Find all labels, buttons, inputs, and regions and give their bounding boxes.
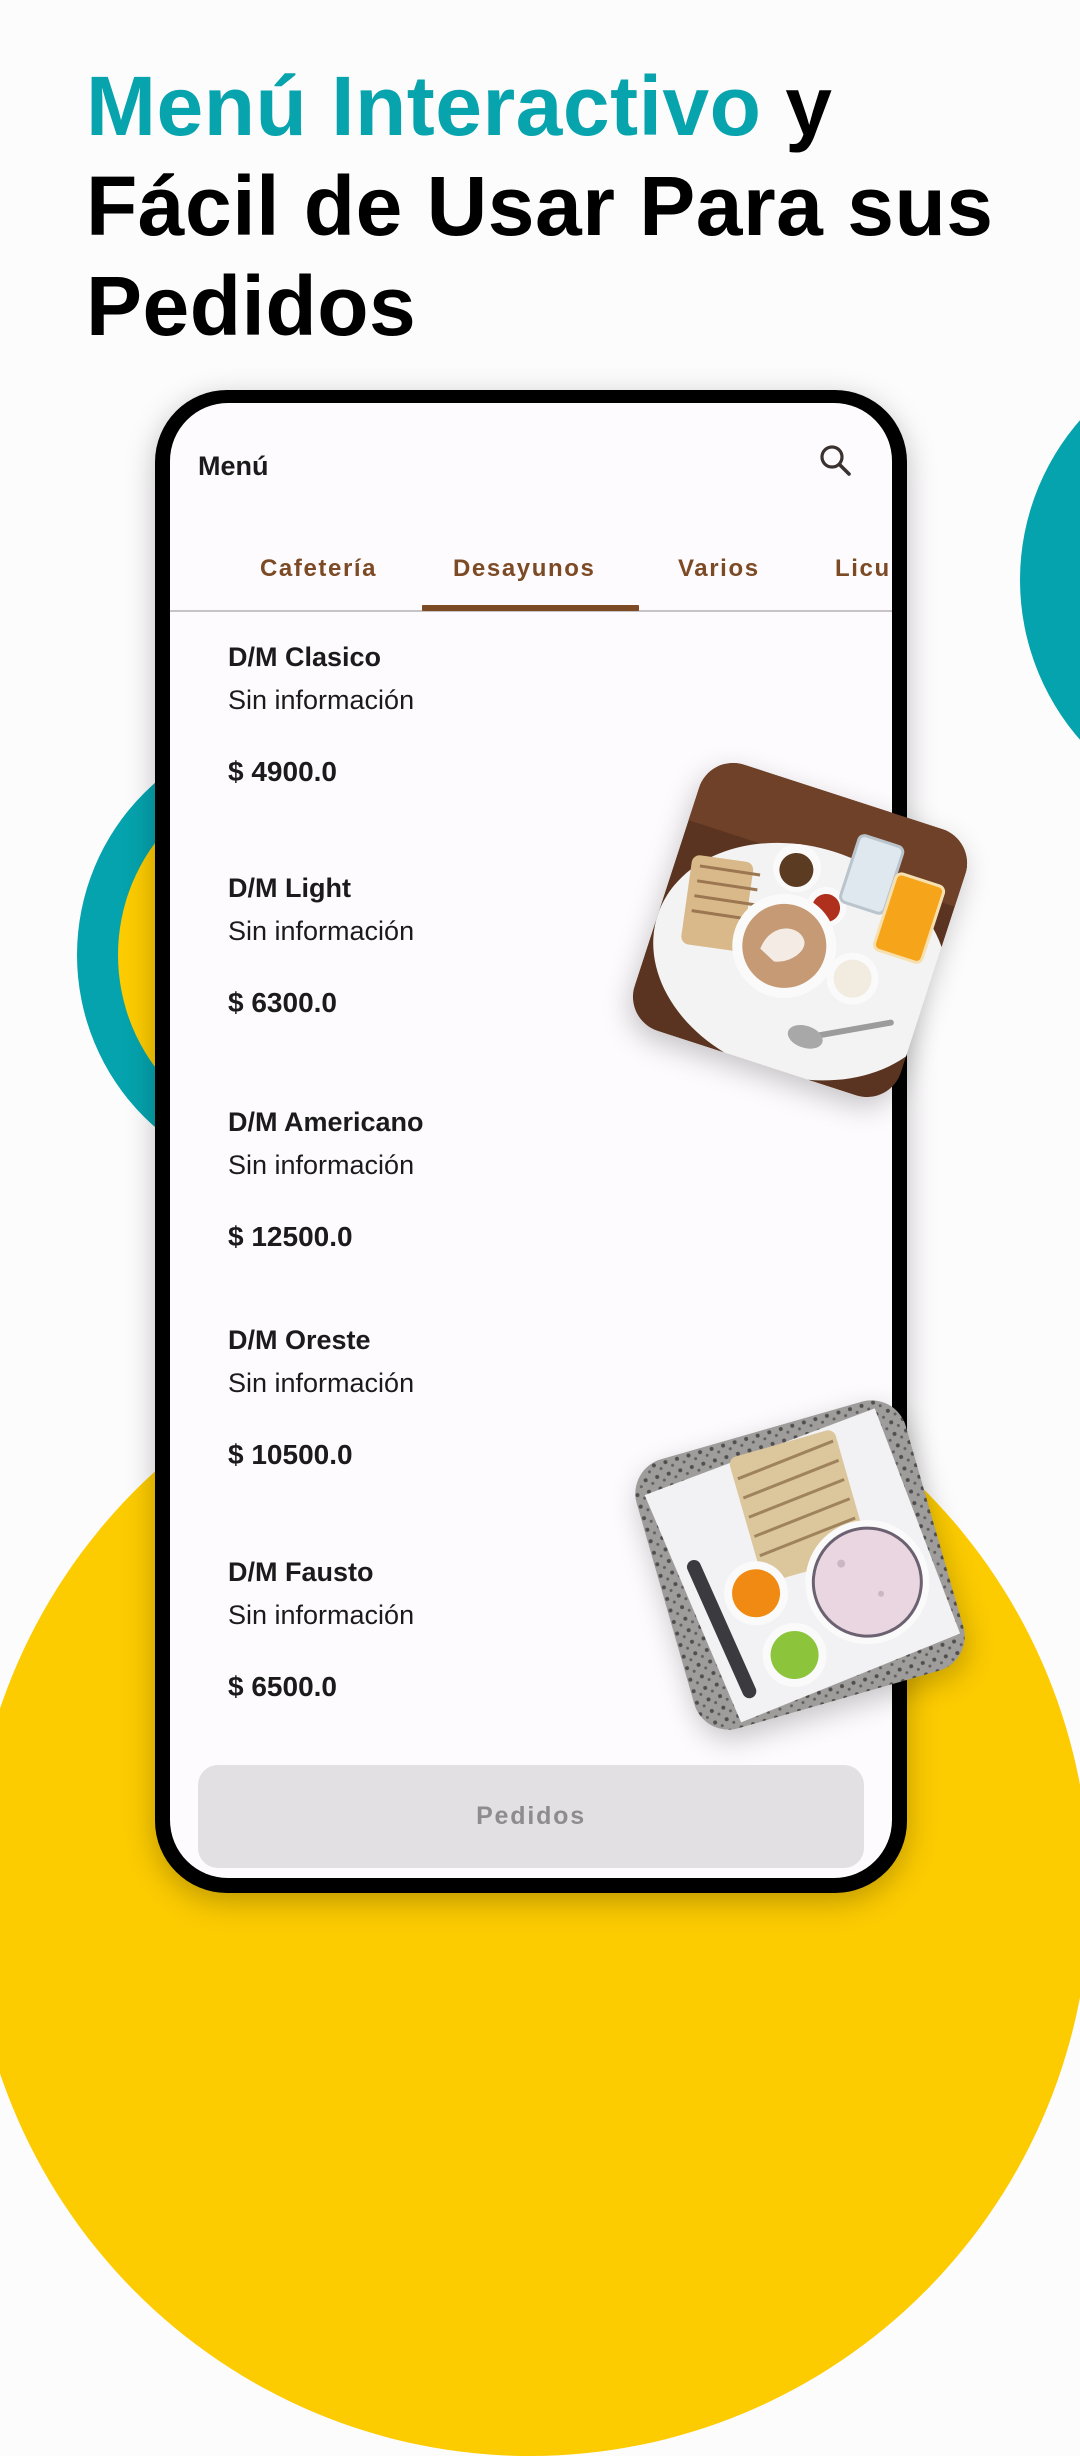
active-tab-indicator <box>422 605 639 611</box>
item-name: D/M Oreste <box>228 1325 371 1355</box>
item-price: $ 4900.0 <box>228 756 337 787</box>
item-description: Sin información <box>228 685 415 715</box>
item-price: $ 6300.0 <box>228 987 337 1018</box>
headline-accent: Menú Interactivo <box>86 59 762 153</box>
menu-item[interactable]: D/M Light Sin información $ 6300.0 <box>228 871 608 1020</box>
tab-cafeteria[interactable]: Cafetería <box>260 555 377 583</box>
menu-item[interactable]: D/M Americano Sin información $ 12500.0 <box>228 1105 608 1254</box>
tab-varios[interactable]: Varios <box>678 555 760 583</box>
headline-line-3: Pedidos <box>86 259 417 353</box>
item-name: D/M Americano <box>228 1107 424 1137</box>
menu-item[interactable]: D/M Fausto Sin información $ 6500.0 <box>228 1555 608 1704</box>
decorative-teal-circle <box>1020 337 1080 823</box>
tab-previous[interactable]: os <box>170 555 171 583</box>
orders-button[interactable]: Pedidos <box>198 1765 864 1868</box>
item-name: D/M Fausto <box>228 1557 374 1587</box>
search-icon[interactable] <box>815 440 855 480</box>
tab-desayunos[interactable]: Desayunos <box>453 555 595 583</box>
item-price: $ 12500.0 <box>228 1221 353 1252</box>
menu-item[interactable]: D/M Clasico Sin información $ 4900.0 <box>228 640 608 789</box>
promo-headline: Menú Interactivo y Fácil de Usar Para su… <box>86 56 1046 356</box>
item-description: Sin información <box>228 1150 415 1180</box>
item-price: $ 10500.0 <box>228 1439 353 1470</box>
category-tabs: os Cafetería Desayunos Varios Licu <box>170 535 892 611</box>
headline-line-2: Fácil de Usar Para sus <box>86 159 994 253</box>
headline-line-1-rest: y <box>761 59 833 153</box>
item-description: Sin información <box>228 1368 415 1398</box>
menu-item[interactable]: D/M Oreste Sin información $ 10500.0 <box>228 1323 608 1472</box>
tab-licuados[interactable]: Licu <box>835 555 891 583</box>
app-bar-title: Menú <box>198 451 269 481</box>
item-price: $ 6500.0 <box>228 1671 337 1702</box>
item-description: Sin información <box>228 1600 415 1630</box>
item-name: D/M Light <box>228 873 351 903</box>
headline-line-1: Menú Interactivo y <box>86 56 1046 156</box>
item-name: D/M Clasico <box>228 642 382 672</box>
item-description: Sin información <box>228 916 415 946</box>
